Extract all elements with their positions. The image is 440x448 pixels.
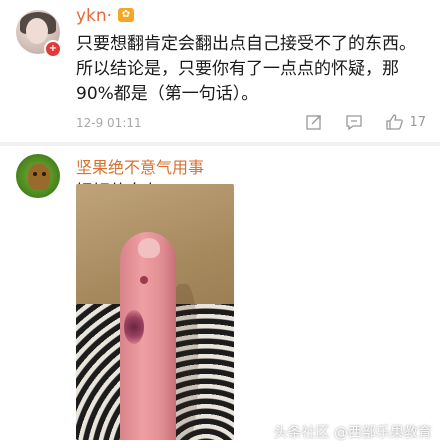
timestamp: 12-9 01:11 — [76, 116, 142, 130]
like-button[interactable]: 17 — [385, 113, 426, 131]
share-button[interactable] — [305, 113, 323, 131]
like-count: 17 — [409, 114, 426, 130]
comment-icon — [346, 115, 363, 131]
username[interactable]: ykn· — [76, 6, 112, 26]
share-icon — [306, 115, 322, 130]
like-icon — [386, 114, 404, 130]
username[interactable]: 坚果绝不意气用事 — [76, 154, 204, 178]
comment-actions: 17 — [283, 110, 426, 134]
comment-button[interactable] — [345, 113, 363, 131]
add-badge-icon[interactable]: + — [44, 40, 62, 58]
comment-text: 只要想翻肯定会翻出点自己接受不了的东西。所以结论是，只要你有了一点点的怀疑，那9… — [76, 34, 416, 104]
watermark: 头条社区 @西部乐果教育 — [273, 425, 432, 441]
vip-badge-icon: ✿ — [118, 8, 134, 22]
avatar[interactable] — [16, 154, 60, 198]
comment-photo[interactable] — [76, 184, 234, 440]
comment-item: + ykn· ✿ 只要想翻肯定会翻出点自己接受不了的东西。所以结论是，只要你有了… — [0, 0, 440, 142]
